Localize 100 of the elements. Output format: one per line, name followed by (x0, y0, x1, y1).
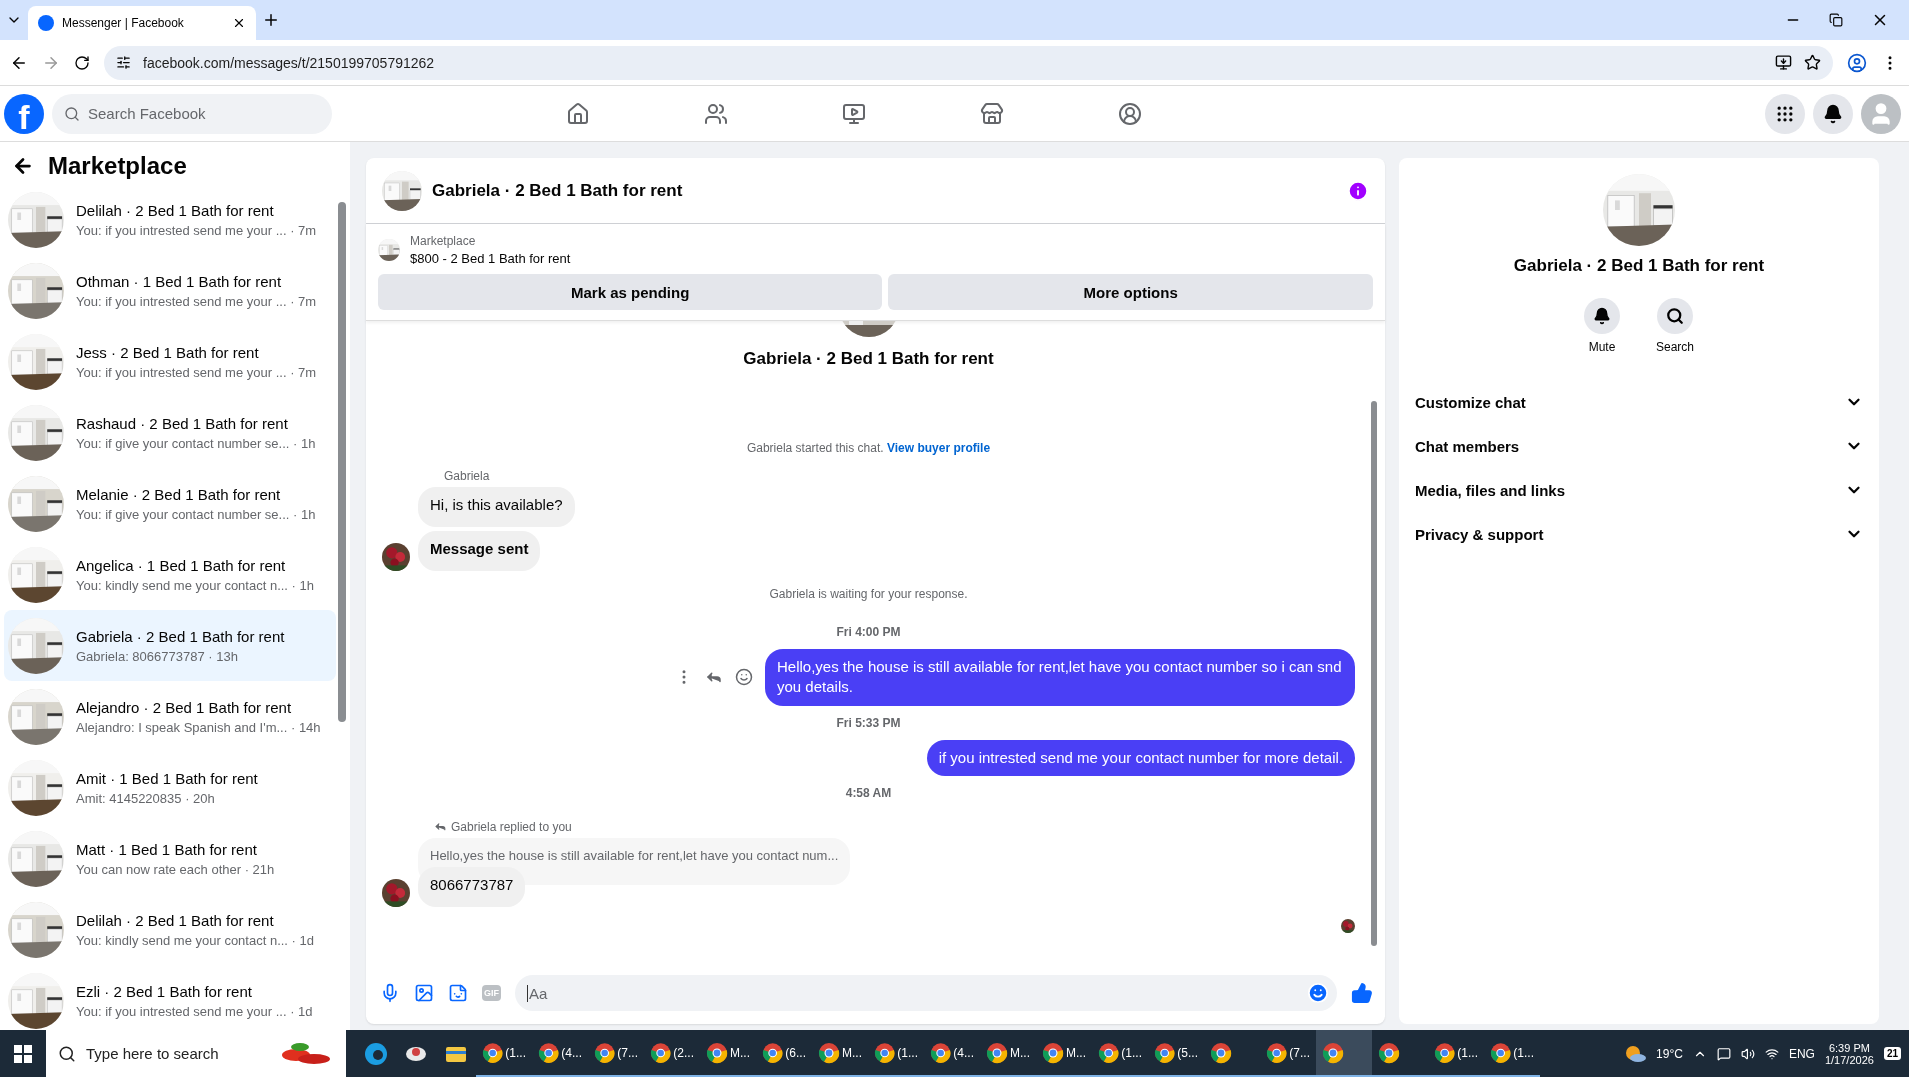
conversation-name: Ezli · 2 Bed 1 Bath for rent (76, 982, 253, 1000)
taskbar-search[interactable]: Type here to search (46, 1030, 346, 1077)
conversation-item[interactable]: Matt · 1 Bed 1 Bath for rent You can now rate each other · 21h (4, 823, 336, 894)
taskbar-app[interactable]: M... (812, 1030, 868, 1077)
system-message: Gabriela is waiting for your response. (768, 587, 969, 601)
section-header[interactable]: Media, files and links (1407, 468, 1871, 512)
search-icon (1666, 307, 1684, 325)
taskbar-app[interactable]: (1... (476, 1030, 532, 1077)
action-button[interactable]: More options (888, 274, 1373, 310)
browser-icon (1210, 1041, 1232, 1064)
image-icon[interactable] (414, 983, 434, 1003)
buyer-profile-link[interactable]: View buyer profile (886, 441, 991, 455)
section-header[interactable]: Privacy & support (1407, 512, 1871, 556)
taskbar-app[interactable]: (1... (868, 1030, 924, 1077)
taskbar-app[interactable] (1316, 1030, 1372, 1077)
clock[interactable]: 6:39 PM 1/17/2026 (1824, 1041, 1874, 1066)
conversation-preview: You: kindly send me your contact n... · 1h (76, 577, 314, 593)
notifications-button[interactable] (1813, 93, 1853, 134)
bookmark-star-icon[interactable] (1804, 54, 1821, 71)
emoji-icon[interactable] (735, 668, 753, 687)
scrollbar[interactable] (338, 202, 346, 722)
sidebar-title: Marketplace (48, 152, 187, 180)
incoming-message: 8066773787 (418, 866, 526, 907)
volume-icon[interactable] (1740, 1046, 1755, 1061)
conversation-item[interactable]: Amit · 1 Bed 1 Bath for rent Amit: 4145220835 · 20h (4, 752, 336, 823)
tab-title: Messenger | Facebook (62, 16, 185, 30)
conversation-item[interactable]: Gabriela · 2 Bed 1 Bath for rent Gabriela: 8066773787 · 13h (4, 610, 336, 681)
conversation-item[interactable]: Othman · 1 Bed 1 Bath for rent You: if you intrested send me your ... · 7m (4, 255, 336, 326)
language-indicator[interactable]: ENG (1788, 1046, 1815, 1061)
taskbar-app[interactable]: (4... (532, 1030, 588, 1077)
incoming-message: Hi, is this available? (418, 487, 575, 527)
taskbar-app[interactable]: (7... (588, 1030, 644, 1077)
search-button[interactable] (1657, 298, 1693, 334)
search-field[interactable]: Search Facebook (52, 93, 332, 134)
mute-button[interactable] (1584, 298, 1620, 334)
contact-name: Gabriela · 2 Bed 1 Bath for rent (1513, 256, 1765, 276)
conversation-item[interactable]: Angelica · 1 Bed 1 Bath for rent You: kindly send me your contact n... · 1h (4, 539, 336, 610)
browser-icon (650, 1041, 672, 1064)
notification-badge[interactable]: 21 (1883, 1047, 1901, 1060)
edge-icon[interactable] (364, 1041, 388, 1066)
taskbar-app[interactable]: M... (1036, 1030, 1092, 1077)
conversation-name: Jess · 2 Bed 1 Bath for rent (76, 343, 260, 361)
taskbar-app[interactable]: (1... (1484, 1030, 1540, 1077)
conversation-item[interactable]: Rashaud · 2 Bed 1 Bath for rent You: if give your contact number se... · 1h (4, 397, 336, 468)
conversation-preview: You: if give your contact number se... · 1h (76, 435, 316, 451)
conversation-item[interactable]: Delilah · 2 Bed 1 Bath for rent You: kindly send me your contact n... · 1d (4, 894, 336, 965)
info-icon[interactable] (1347, 179, 1369, 202)
taskbar-app[interactable]: (6... (756, 1030, 812, 1077)
taskbar-app[interactable]: (5... (1148, 1030, 1204, 1077)
conversation-preview: You: if you intrested send me your ... · 1d (76, 1003, 313, 1019)
menu-button[interactable] (1765, 93, 1805, 134)
timestamp: Fri 5:33 PM (835, 715, 902, 730)
conversation-item[interactable]: Ezli · 2 Bed 1 Bath for rent You: if you intrested send me your ... · 1d (4, 965, 336, 1030)
browser-icon (482, 1041, 504, 1064)
section-header[interactable]: Chat members (1407, 424, 1871, 468)
install-icon[interactable] (1775, 54, 1792, 71)
conversation-item[interactable]: Delilah · 2 Bed 1 Bath for rent You: if you intrested send me your ... · 7m (4, 184, 336, 255)
conversation-item[interactable]: Alejandro · 2 Bed 1 Bath for rent Alejandro: I speak Spanish and I'm... · 14h (4, 681, 336, 752)
like-icon[interactable] (1351, 982, 1373, 1004)
section-header[interactable]: Customize chat (1407, 380, 1871, 424)
timestamp: Fri 4:00 PM (835, 625, 902, 639)
taskbar-app[interactable]: (2... (644, 1030, 700, 1077)
close-tab-icon[interactable] (232, 16, 246, 30)
action-button[interactable]: Mark as pending (378, 274, 883, 310)
video-icon[interactable] (841, 101, 866, 126)
outgoing-message: Hello,yes the house is still available for rent,let have you contact number so i can snd you details. (765, 649, 1355, 706)
bell-icon (1823, 103, 1843, 124)
facebook-logo[interactable]: f (4, 93, 44, 134)
taskbar-app[interactable]: (1... (1428, 1030, 1484, 1077)
profile-icon[interactable] (1847, 52, 1867, 73)
store-icon[interactable] (979, 101, 1004, 126)
taskbar-app[interactable]: (4... (924, 1030, 980, 1077)
taskbar-app[interactable]: (1... (1092, 1030, 1148, 1077)
scrollbar[interactable] (1371, 401, 1377, 946)
taskbar-app[interactable]: M... (980, 1030, 1036, 1077)
message-input[interactable]: Aa (515, 975, 1337, 1011)
conversation-preview: Alejandro: I speak Spanish and I'm... · 14h (76, 719, 321, 735)
browser-icon (538, 1041, 560, 1064)
system-message: Gabriela started this chat. View buyer profile (745, 441, 992, 455)
conversation-item[interactable]: Jess · 2 Bed 1 Bath for rent You: if you intrested send me your ... · 7m (4, 326, 336, 397)
sticker-icon[interactable] (448, 983, 468, 1003)
address-bar[interactable]: facebook.com/messages/t/2150199705791262 (104, 45, 1833, 80)
microphone-icon[interactable] (380, 983, 400, 1003)
friends-icon[interactable] (703, 101, 728, 126)
bell-icon (1593, 307, 1611, 325)
conversation-item[interactable]: Melanie · 2 Bed 1 Bath for rent You: if give your contact number se... · 1h (4, 468, 336, 539)
browser-icon (1322, 1041, 1344, 1064)
new-tab-icon[interactable] (262, 11, 280, 29)
facebook-logo-icon (38, 15, 54, 31)
back-icon[interactable] (12, 155, 34, 177)
browser-icon (762, 1041, 784, 1064)
browser-tab[interactable]: Messenger | Facebook (28, 6, 256, 40)
conversation-name: Rashaud · 2 Bed 1 Bath for rent (76, 414, 289, 432)
reload-icon[interactable] (74, 54, 90, 71)
home-icon[interactable] (565, 101, 590, 126)
taskbar-app[interactable]: M... (700, 1030, 756, 1077)
network-icon[interactable] (1764, 1046, 1779, 1061)
site-settings-icon[interactable] (116, 55, 131, 70)
restore-icon[interactable] (1829, 13, 1843, 27)
listing-title: $800 - 2 Bed 1 Bath for rent (410, 251, 571, 266)
